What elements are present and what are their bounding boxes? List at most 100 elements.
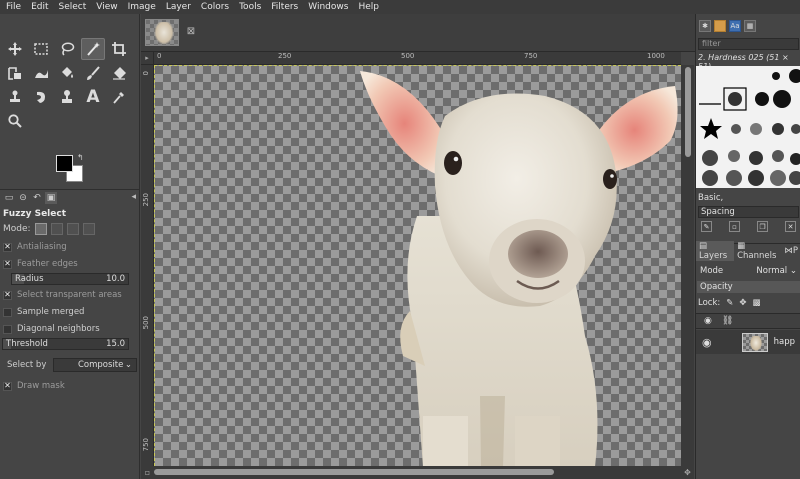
spacing-slider[interactable]: Spacing <box>698 206 799 218</box>
foreground-color-swatch[interactable] <box>56 155 73 172</box>
layer-thumbnail-image <box>749 335 762 351</box>
dodge-tool-button[interactable] <box>55 86 79 108</box>
feather-edges-label: Feather edges <box>17 259 78 269</box>
radius-slider[interactable]: Radius 10.0 <box>11 273 129 285</box>
tab-channels[interactable]: ▦ Channels <box>734 241 781 261</box>
mode-subtract-button[interactable] <box>66 223 79 235</box>
tab-brushes[interactable]: ✱ <box>699 20 711 32</box>
menu-tools[interactable]: Tools <box>233 0 265 14</box>
move-tool-button[interactable] <box>3 38 27 60</box>
diagonal-neighbors-checkbox[interactable] <box>3 324 12 334</box>
mode-replace-button[interactable] <box>34 223 47 235</box>
antialiasing-option[interactable]: ✕ Antialiasing <box>3 242 67 252</box>
threshold-slider[interactable]: Threshold 15.0 <box>2 338 129 350</box>
warp-tool-button[interactable] <box>29 62 53 84</box>
mode-add-button[interactable] <box>50 223 63 235</box>
horizontal-scroll-thumb[interactable] <box>154 469 554 475</box>
tab-undo-history[interactable]: ↶ <box>31 192 43 204</box>
threshold-label: Threshold <box>6 339 48 349</box>
vertical-scrollbar[interactable] <box>681 65 694 466</box>
tab-fonts[interactable]: Aa <box>729 20 741 32</box>
free-select-tool-button[interactable] <box>55 38 79 60</box>
tab-patterns[interactable] <box>714 20 726 32</box>
smudge-tool-button[interactable] <box>29 86 53 108</box>
menu-select[interactable]: Select <box>53 0 91 14</box>
menu-layer[interactable]: Layer <box>160 0 195 14</box>
tab-document-history[interactable]: ▦ <box>744 20 756 32</box>
ruler-corner[interactable]: ▸ <box>141 52 154 65</box>
smudge-icon <box>37 91 45 103</box>
menu-file[interactable]: File <box>0 0 25 14</box>
menu-image[interactable]: Image <box>122 0 160 14</box>
lock-pixels-icon[interactable]: ✎ <box>726 298 733 308</box>
menu-view[interactable]: View <box>90 0 121 14</box>
close-image-icon[interactable]: ⊠ <box>186 27 196 37</box>
vertical-ruler[interactable]: 0 250 500 750 <box>141 65 154 467</box>
image-tab-thumbnail[interactable] <box>145 19 179 46</box>
layer-mode-label: Mode <box>700 266 724 276</box>
menu-edit[interactable]: Edit <box>25 0 52 14</box>
tab-layers[interactable]: ▤ Layers <box>696 240 735 261</box>
layer-row[interactable]: ◉ happ <box>696 330 800 354</box>
hruler-label: 0 <box>157 52 162 60</box>
brush-action-buttons: ✎ ▫ ❐ ✕ <box>698 221 799 235</box>
tab-images[interactable]: ▣ <box>45 191 57 204</box>
lock-alpha-icon[interactable]: ▩ <box>753 298 761 308</box>
draw-mask-checkbox[interactable]: ✕ <box>3 381 12 391</box>
tab-device-status[interactable]: ⊝ <box>17 192 29 204</box>
layer-name[interactable]: happ <box>774 337 795 347</box>
lasso-icon <box>61 42 75 56</box>
draw-mask-option[interactable]: ✕ Draw mask <box>3 381 65 391</box>
horizontal-ruler[interactable]: 0 250 500 750 1000 <box>154 52 681 65</box>
mode-intersect-button[interactable] <box>82 223 95 235</box>
menu-windows[interactable]: Windows <box>302 0 352 14</box>
layer-mode-dropdown[interactable]: Normal ⌄ <box>756 266 797 276</box>
fuzzy-select-tool-button[interactable] <box>81 38 105 60</box>
dock-menu-icon[interactable]: ◂ <box>131 192 136 202</box>
paintbrush-tool-button[interactable] <box>81 62 105 84</box>
image-canvas[interactable] <box>154 65 681 466</box>
edit-brush-icon[interactable]: ✎ <box>701 221 712 232</box>
feather-edges-option[interactable]: ✕ Feather edges <box>3 259 78 269</box>
eraser-tool-button[interactable] <box>107 62 131 84</box>
brush-filter-input[interactable]: filter <box>698 38 799 50</box>
crop-tool-button[interactable] <box>107 38 131 60</box>
lock-position-icon[interactable]: ✥ <box>739 298 746 308</box>
text-tool-button[interactable]: A <box>81 86 105 108</box>
tool-options-title: Fuzzy Select <box>3 209 66 219</box>
new-brush-icon[interactable]: ▫ <box>729 221 740 232</box>
clone-tool-button[interactable] <box>3 86 27 108</box>
color-picker-tool-button[interactable] <box>107 86 131 108</box>
vertical-scroll-thumb[interactable] <box>685 67 691 157</box>
tab-paths[interactable]: ⋈P <box>781 246 800 256</box>
crop-icon <box>112 42 126 56</box>
horizontal-scrollbar[interactable]: ▫ ✥ <box>141 466 694 479</box>
duplicate-brush-icon[interactable]: ❐ <box>757 221 768 232</box>
diagonal-neighbors-option[interactable]: Diagonal neighbors <box>3 324 100 334</box>
rect-select-tool-button[interactable] <box>29 38 53 60</box>
right-dock: ✱ Aa ▦ filter 2. Hardness 025 (51 × 51) <box>695 14 800 479</box>
sample-merged-option[interactable]: Sample merged <box>3 307 84 317</box>
feather-edges-checkbox[interactable]: ✕ <box>3 259 12 269</box>
bucket-fill-tool-button[interactable] <box>55 62 79 84</box>
brush-category[interactable]: Basic, <box>698 193 723 203</box>
sample-merged-checkbox[interactable] <box>3 307 12 317</box>
tab-tool-options[interactable]: ▭ <box>3 192 15 204</box>
select-by-dropdown[interactable]: Composite ⌄ <box>53 358 137 372</box>
menu-filters[interactable]: Filters <box>265 0 302 14</box>
menu-help[interactable]: Help <box>352 0 383 14</box>
delete-brush-icon[interactable]: ✕ <box>785 221 796 232</box>
eye-icon[interactable]: ◉ <box>702 336 712 349</box>
antialiasing-checkbox[interactable]: ✕ <box>3 242 12 252</box>
swap-colors-icon[interactable]: ↰ <box>77 153 84 162</box>
navigate-icon[interactable]: ✥ <box>681 466 694 479</box>
menu-colors[interactable]: Colors <box>195 0 233 14</box>
opacity-slider[interactable]: Opacity <box>697 281 800 293</box>
select-transparent-option[interactable]: ✕ Select transparent areas <box>3 290 122 300</box>
select-transparent-checkbox[interactable]: ✕ <box>3 290 12 300</box>
transform-tool-button[interactable] <box>3 62 27 84</box>
lamb-thumbnail-image <box>154 22 174 45</box>
brush-grid[interactable] <box>696 66 800 188</box>
canvas-menu-icon[interactable]: ▫ <box>141 466 154 479</box>
zoom-tool-button[interactable] <box>3 110 27 132</box>
